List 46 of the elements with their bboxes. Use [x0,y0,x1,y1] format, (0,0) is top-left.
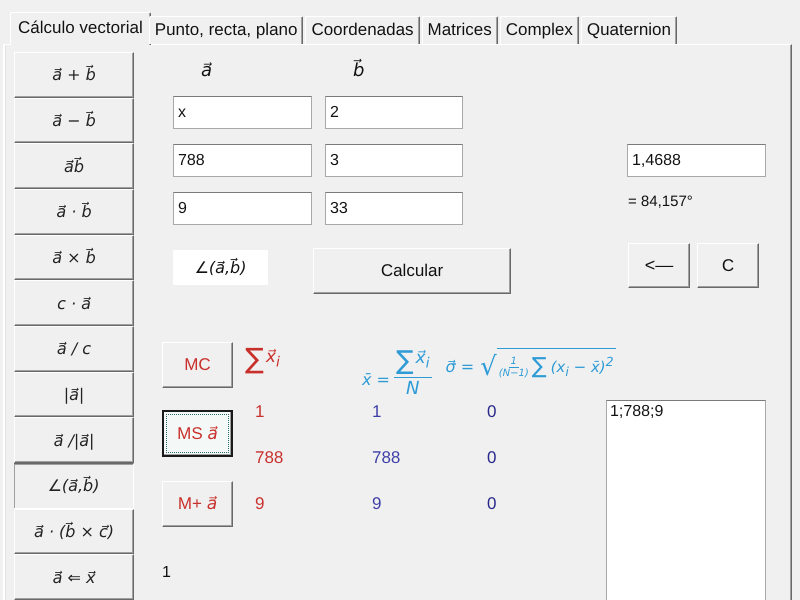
table-cell-text: 0 [486,401,496,422]
operation-button[interactable]: a⃗b⃗ [14,143,134,190]
table-cell-text: 0 [486,447,496,468]
operation-button[interactable]: a⃗ / c [14,326,134,372]
operation-label: ∠(a⃗,b⃗) [173,250,268,285]
operation-button[interactable]: a⃗ ⇐ x⃗ [14,554,134,600]
input-field[interactable]: 788 [173,144,312,177]
backspace-button[interactable]: <— [628,243,690,288]
input-field[interactable]: 9 [173,192,312,225]
operation-button[interactable]: |a⃗| [14,372,134,418]
operation-button[interactable]: ∠(a⃗,b⃗) [14,463,134,509]
tab[interactable]: Complex [500,16,579,44]
operation-button[interactable]: a⃗ /|a⃗| [14,417,134,464]
operation-button[interactable]: a⃗ − b⃗ [14,98,134,144]
tab[interactable]: Quaternion [580,16,677,44]
table-cell-text: 9 [371,493,382,514]
memory-button[interactable]: MS a⃗ [162,410,233,457]
table-cell-text: 9 [254,493,264,514]
input-field[interactable]: 33 [325,192,463,225]
vector-label: a⃗ [200,60,214,81]
operation-button[interactable]: a⃗ × b⃗ [14,234,134,280]
input-field[interactable]: 2 [325,96,463,129]
table-cell-text: 788 [371,447,400,468]
memory-button[interactable]: MC [162,342,233,388]
operation-button[interactable]: a⃗ · b⃗ [14,189,134,235]
tab[interactable]: Punto, recta, plano [148,16,304,44]
table-cell-text: 1 [254,401,264,422]
count-text: 1 [162,563,171,582]
input-field[interactable]: x [173,96,312,129]
operation-button[interactable]: a⃗ + b⃗ [14,52,134,98]
memory-list-field[interactable]: 1;788;9 [606,400,766,600]
tab[interactable]: Matrices [422,16,498,44]
result-field[interactable]: 1,4688 [627,144,766,177]
operation-button[interactable]: a⃗ · (b⃗ × c⃗) [14,508,134,554]
tab[interactable]: Cálculo vectorial [10,12,151,45]
clear-button[interactable]: C [697,243,759,288]
table-cell-text: 788 [254,447,284,468]
memory-button[interactable]: M+ a⃗ [162,481,233,527]
input-field[interactable]: 3 [325,144,463,177]
operation-button[interactable]: c · a⃗ [14,280,134,326]
calculate-button[interactable]: Calcular [313,248,511,294]
tab[interactable]: Coordenadas [305,16,420,44]
table-cell-text: 0 [486,493,496,514]
angle-degrees-text: = 84,157° [627,192,693,210]
table-cell-text: 1 [371,401,382,422]
vector-label: b⃗ [352,60,366,81]
